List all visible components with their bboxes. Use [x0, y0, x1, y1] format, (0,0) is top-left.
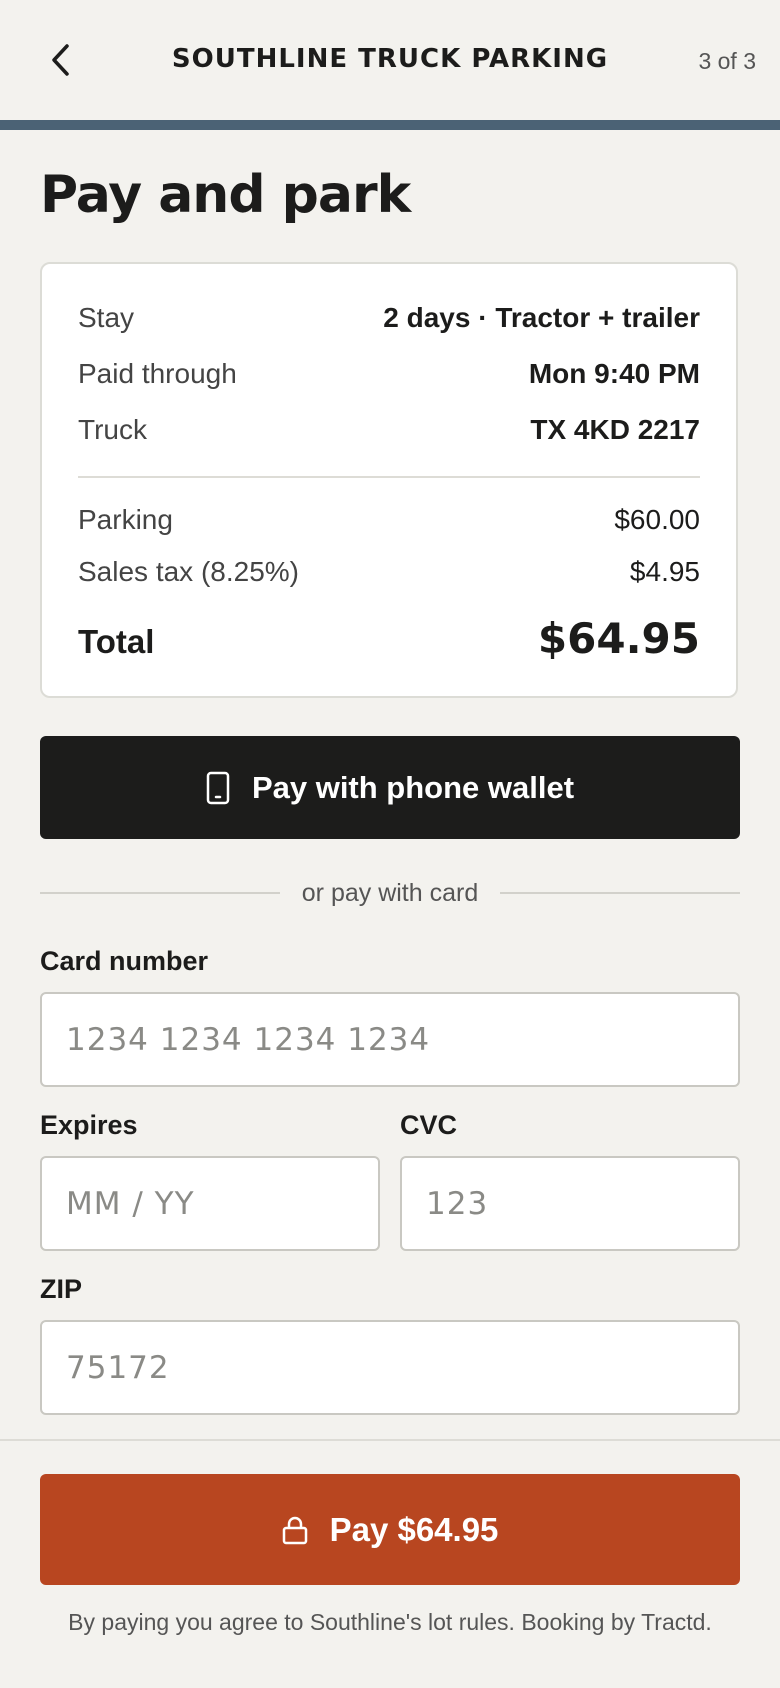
card-number-input[interactable]: [40, 992, 740, 1087]
progress-bar: [0, 120, 780, 130]
zip-input[interactable]: [40, 1320, 740, 1415]
summary-divider: [78, 476, 700, 478]
legal-text: By paying you agree to Southline's lot r…: [68, 1609, 712, 1635]
summary-value: TX 4KD 2217: [530, 414, 700, 445]
total-amount: $64.95: [537, 614, 700, 663]
lock-icon: [282, 1516, 307, 1544]
phone-icon: [206, 771, 230, 804]
total-label: Total: [78, 623, 155, 660]
charge-label: Sales tax (8.25%): [78, 556, 299, 587]
footer-divider: [0, 1439, 780, 1441]
summary-row-paid-through: Paid through Mon 9:40 PM: [78, 358, 700, 390]
summary-label: Paid through: [78, 358, 237, 389]
pay-button-label: Pay $64.95: [329, 1510, 499, 1548]
charge-amount: $60.00: [614, 504, 700, 535]
expires-label: Expires: [40, 1110, 138, 1140]
divider-line: [40, 892, 280, 894]
divider-text: or pay with card: [301, 878, 479, 907]
order-summary-card: Stay 2 days · Tractor + trailer Paid thr…: [40, 262, 738, 698]
total-row: Total $64.95: [78, 614, 700, 663]
header-title: SOUTHLINE TRUCK PARKING: [171, 44, 609, 74]
summary-value: Mon 9:40 PM: [528, 358, 700, 389]
card-number-label: Card number: [40, 946, 209, 976]
charge-label: Parking: [78, 504, 173, 535]
summary-row-stay: Stay 2 days · Tractor + trailer: [78, 302, 700, 334]
cvc-input[interactable]: [400, 1156, 740, 1251]
app-header: SOUTHLINE TRUCK PARKING 3 of 3: [0, 0, 780, 122]
charge-row-parking: Parking $60.00: [78, 504, 700, 536]
charge-amount: $4.95: [629, 556, 700, 587]
summary-label: Stay: [78, 302, 135, 333]
payment-divider: or pay with card: [40, 876, 740, 910]
divider-line: [500, 892, 740, 894]
summary-label: Truck: [78, 414, 147, 445]
cvc-label: CVC: [400, 1110, 458, 1140]
zip-label: ZIP: [40, 1274, 83, 1304]
page-title: Pay and park: [40, 165, 411, 225]
charge-row-sales-tax: Sales tax (8.25%) $4.95: [78, 556, 700, 588]
expires-input[interactable]: [40, 1156, 380, 1251]
summary-value: 2 days · Tractor + trailer: [383, 302, 700, 333]
pay-with-phone-wallet-button[interactable]: Pay with phone wallet: [40, 736, 740, 839]
step-indicator: 3 of 3: [698, 48, 756, 74]
wallet-button-label: Pay with phone wallet: [251, 769, 575, 805]
summary-row-truck: Truck TX 4KD 2217: [78, 414, 700, 446]
pay-button[interactable]: Pay $64.95: [40, 1474, 740, 1585]
